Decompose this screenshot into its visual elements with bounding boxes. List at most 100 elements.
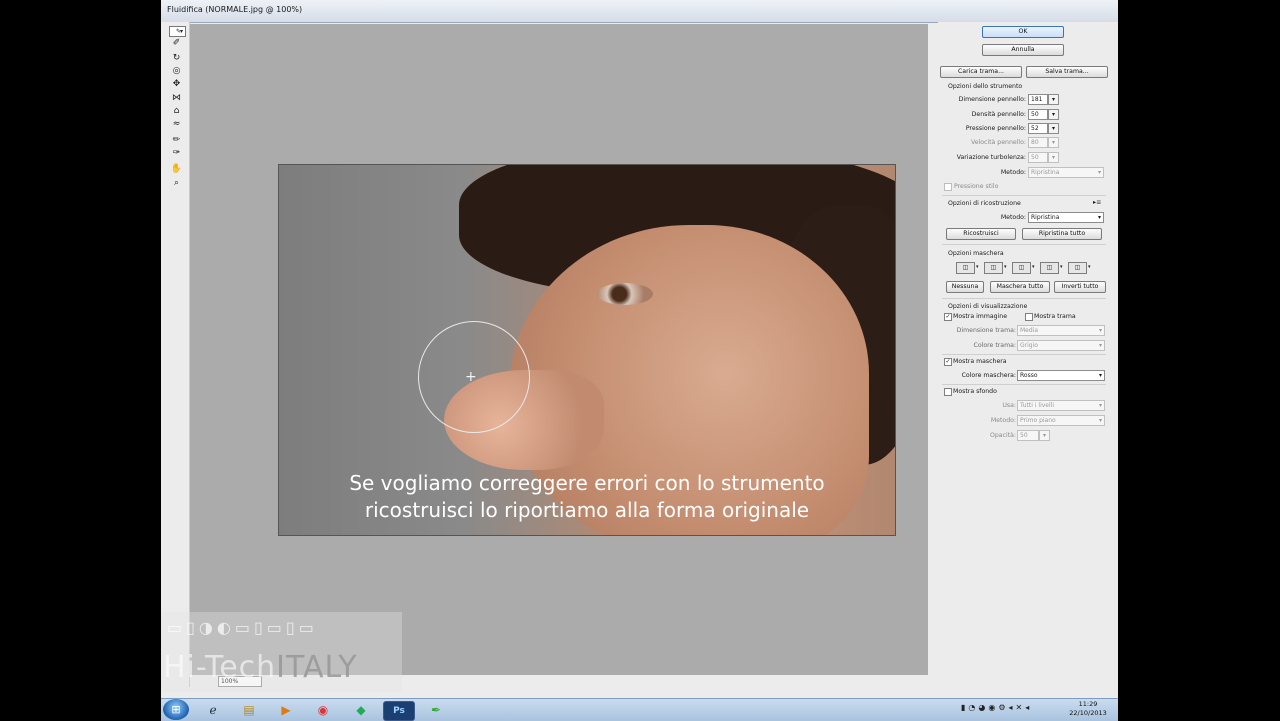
load-mesh-button[interactable]: Carica trama... <box>940 66 1022 78</box>
mesh-size-label: Dimensione trama: <box>956 327 1016 334</box>
clock[interactable]: 11:29 22/10/2013 <box>1063 700 1113 718</box>
face-photo: + Se vogliamo correggere errori con lo s… <box>278 164 896 536</box>
brush-density-dropdown[interactable]: ▾ <box>1048 109 1059 120</box>
brush-pressure-dropdown[interactable]: ▾ <box>1048 123 1059 134</box>
turbulence-tool-icon[interactable]: ≈ <box>170 119 183 130</box>
hand-tool-icon[interactable]: ✋ <box>170 164 183 175</box>
file-explorer-icon[interactable]: ▤ <box>234 701 264 719</box>
photoshop-icon[interactable]: Ps <box>383 701 415 721</box>
brush-density-label: Densità pennello: <box>971 111 1026 118</box>
tool-options-heading: Opzioni dello strumento <box>948 83 1023 90</box>
cancel-button[interactable]: Annulla <box>982 44 1064 56</box>
liquify-window: Fluidifica (NORMALE.jpg @ 100%) ✎ ✐ ↻ ◎ … <box>161 0 1118 698</box>
vertical-scrollbar[interactable] <box>928 24 937 675</box>
brush-pressure-input[interactable]: 52 <box>1028 123 1048 134</box>
window-title: Fluidifica (NORMALE.jpg @ 100%) <box>167 5 303 14</box>
zoom-tool-icon[interactable]: ⌕ <box>170 178 183 189</box>
mirror-tool-icon[interactable]: ⌂ <box>170 106 183 117</box>
reconstruct-button[interactable]: Ricostruisci <box>946 228 1016 240</box>
system-tray-icons[interactable]: ▮◔◕◉⚙◂✕◂ <box>961 703 1032 712</box>
bloat-tool-icon[interactable]: ✥ <box>170 79 183 90</box>
watermark-text-b: ITALY <box>276 650 358 685</box>
start-button-icon[interactable]: ⊞ <box>163 699 189 720</box>
opacity-label: Opacità: <box>989 432 1016 439</box>
mask-color-select[interactable]: Rosso <box>1017 370 1105 381</box>
mask-subtract-icon[interactable]: ◫ <box>1012 262 1031 274</box>
mesh-color-label: Colore trama: <box>973 342 1016 349</box>
show-mask-label: Mostra maschera <box>953 358 1007 365</box>
show-backdrop-label: Mostra sfondo <box>953 388 997 395</box>
mesh-color-select: Grigio <box>1017 340 1105 351</box>
thaw-mask-tool-icon[interactable]: ✑ <box>170 148 183 159</box>
ok-button[interactable]: OK <box>982 26 1064 38</box>
turbulent-jitter-label: Variazione turbolenza: <box>956 154 1026 161</box>
show-mask-checkbox[interactable]: ✓ <box>944 358 952 366</box>
mask-options-heading: Opzioni maschera <box>948 250 1004 257</box>
opacity-dropdown: ▾ <box>1039 430 1050 441</box>
eye-shape <box>597 283 653 305</box>
backdrop-mode-label: Metodo: <box>990 417 1016 424</box>
chrome-icon[interactable]: ◉ <box>308 701 338 719</box>
restore-all-button[interactable]: Ripristina tutto <box>1022 228 1102 240</box>
reconstruct-tool-icon[interactable]: ✐ <box>170 38 183 49</box>
divider-3 <box>942 298 1106 299</box>
reconstruct-options-heading: Opzioni di ricostruzione <box>948 200 1021 207</box>
twirl-tool-icon[interactable]: ↻ <box>170 53 183 64</box>
invert-all-button[interactable]: Inverti tutto <box>1054 281 1106 293</box>
show-image-checkbox[interactable]: ✓ <box>944 313 952 321</box>
stylus-pressure-label: Pressione stilo <box>954 183 999 190</box>
show-backdrop-checkbox[interactable] <box>944 388 952 396</box>
use-layer-select: Tutti i livelli <box>1017 400 1105 411</box>
show-image-label: Mostra immagine <box>953 313 1008 320</box>
brush-size-input[interactable]: 181 <box>1028 94 1048 105</box>
mask-invert-arrow-icon[interactable]: ▾ <box>1088 264 1091 270</box>
app-icon[interactable]: ◆ <box>346 701 376 719</box>
subtitle-caption: Se vogliamo correggere errori con lo str… <box>279 470 895 524</box>
mask-subtract-arrow-icon[interactable]: ▾ <box>1032 264 1035 270</box>
freeze-mask-tool-icon[interactable]: ✏ <box>170 135 183 146</box>
options-panel: OK Annulla Carica trama... Salva trama..… <box>938 22 1118 687</box>
media-player-icon[interactable]: ▶ <box>271 701 301 719</box>
mask-intersect-icon[interactable]: ◫ <box>1040 262 1059 274</box>
push-left-tool-icon[interactable]: ⋈ <box>170 93 183 104</box>
brush-density-input[interactable]: 50 <box>1028 109 1048 120</box>
view-options-heading: Opzioni di visualizzazione <box>948 303 1028 310</box>
clock-time: 11:29 <box>1078 700 1098 708</box>
pen-app-icon[interactable]: ✒ <box>421 701 451 719</box>
reconstruct-method-select[interactable]: Ripristina <box>1028 212 1104 223</box>
divider-2 <box>942 244 1106 245</box>
title-bar: Fluidifica (NORMALE.jpg @ 100%) <box>161 0 1118 23</box>
show-mesh-checkbox[interactable] <box>1025 313 1033 321</box>
watermark-text: Hi-TechITALY <box>163 650 358 685</box>
divider-5 <box>942 384 1106 385</box>
panel-menu-icon[interactable]: ▸≡ <box>1093 199 1101 206</box>
brush-size-dropdown[interactable]: ▾ <box>1048 94 1059 105</box>
brush-rate-dropdown: ▾ <box>1048 137 1059 148</box>
reconstruct-method-label: Metodo: <box>1000 214 1026 221</box>
brush-rate-label: Velocità pennello: <box>970 139 1026 146</box>
mask-replace-arrow-icon[interactable]: ▾ <box>976 264 979 270</box>
turbulent-jitter-dropdown: ▾ <box>1048 152 1059 163</box>
brush-pressure-label: Pressione pennello: <box>965 125 1026 132</box>
watermark-logo: ▭▯◑◐▭▯▭▯▭ Hi-TechITALY <box>161 612 402 692</box>
mask-intersect-arrow-icon[interactable]: ▾ <box>1060 264 1063 270</box>
mask-color-label: Colore maschera: <box>961 372 1016 379</box>
show-mesh-label: Mostra trama <box>1034 313 1076 320</box>
stylus-pressure-checkbox <box>944 183 952 191</box>
clock-date: 22/10/2013 <box>1069 709 1107 717</box>
caption-line-2: ricostruisci lo riportiamo alla forma or… <box>364 498 810 522</box>
mask-add-arrow-icon[interactable]: ▾ <box>1004 264 1007 270</box>
forward-warp-tool-icon[interactable]: ✎ <box>169 26 186 37</box>
mask-none-button[interactable]: Nessuna <box>946 281 984 293</box>
internet-explorer-icon[interactable]: ℯ <box>198 701 228 719</box>
mask-invert-icon[interactable]: ◫ <box>1068 262 1087 274</box>
mask-add-icon[interactable]: ◫ <box>984 262 1003 274</box>
opacity-input: 50 <box>1017 430 1039 441</box>
canvas-area[interactable]: + Se vogliamo correggere errori con lo s… <box>190 24 928 675</box>
tool-strip: ✎ ✐ ↻ ◎ ✥ ⋈ ⌂ ≈ ✏ ✑ ✋ ⌕ <box>161 22 190 687</box>
gadget-icons: ▭▯◑◐▭▯▭▯▭ <box>167 618 318 637</box>
save-mesh-button[interactable]: Salva trama... <box>1026 66 1108 78</box>
mask-all-button[interactable]: Maschera tutto <box>990 281 1050 293</box>
pucker-tool-icon[interactable]: ◎ <box>170 66 183 77</box>
mask-replace-icon[interactable]: ◫ <box>956 262 975 274</box>
